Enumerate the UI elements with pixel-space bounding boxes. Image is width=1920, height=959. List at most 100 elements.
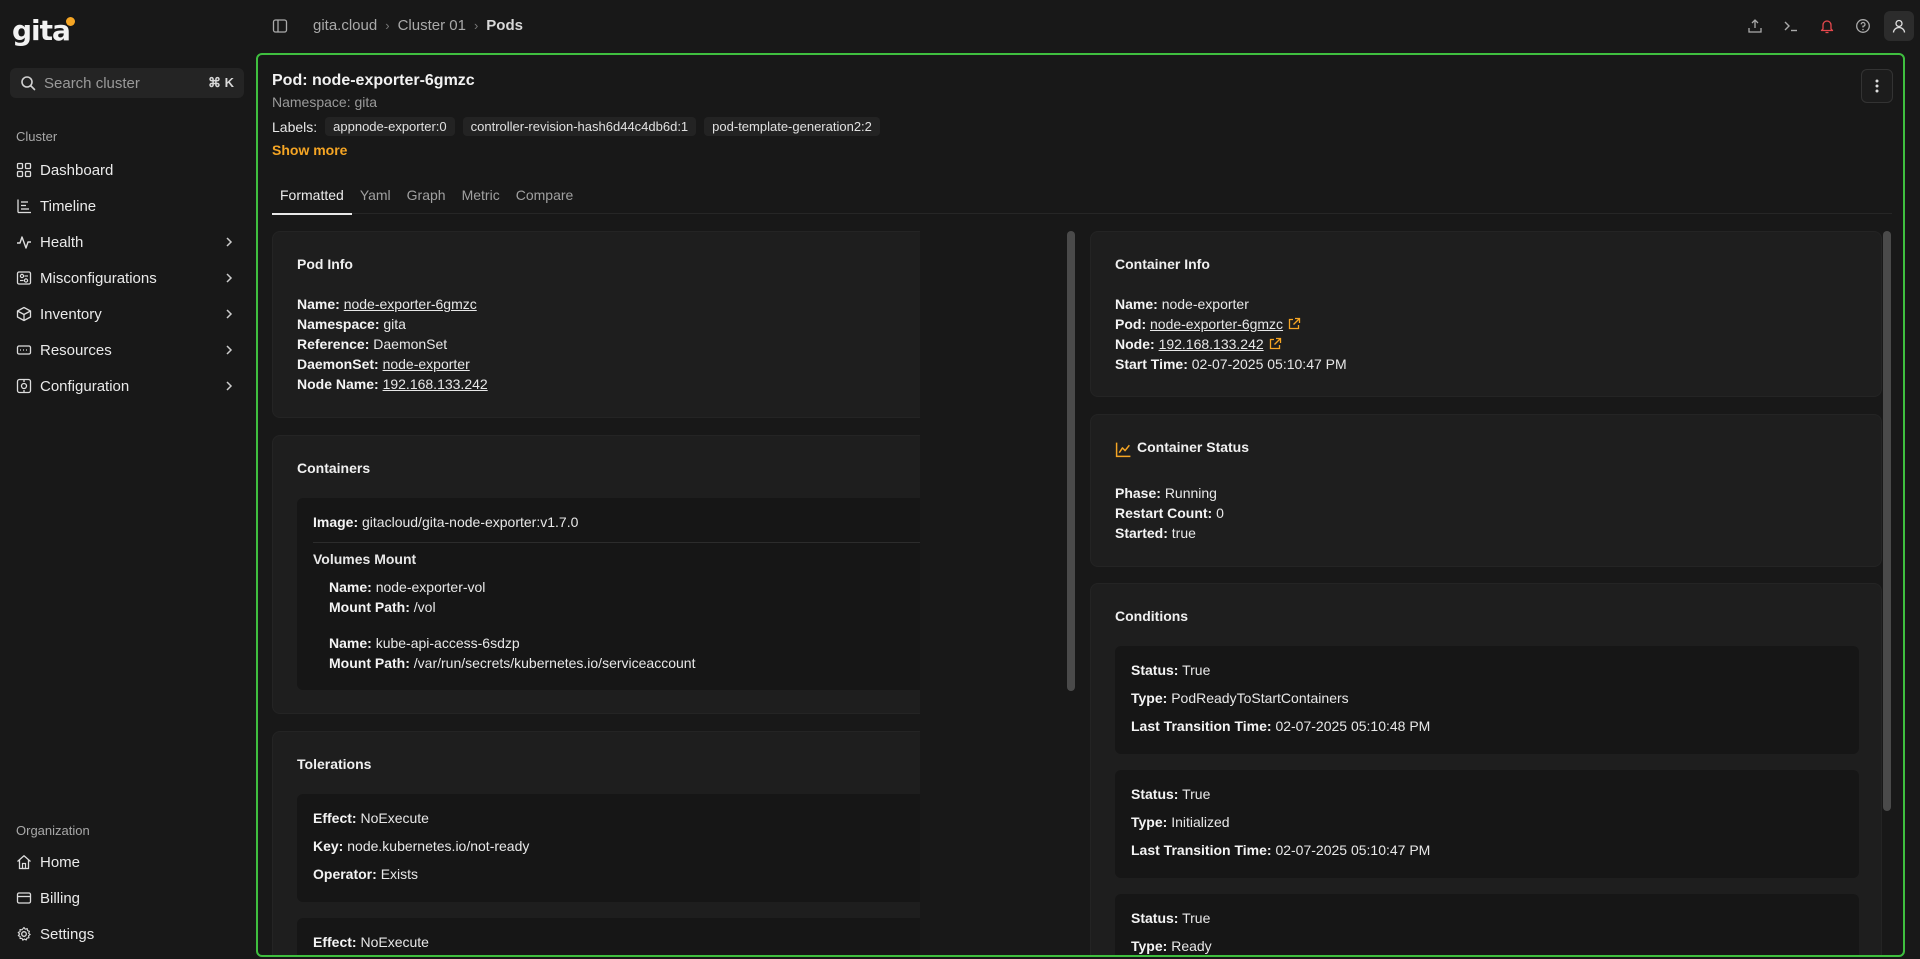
breadcrumb-cluster[interactable]: Cluster 01 — [398, 17, 466, 34]
kebab-icon — [1875, 79, 1879, 93]
user-avatar-button[interactable] — [1884, 11, 1914, 41]
sidebar-toggle-icon[interactable] — [272, 18, 288, 34]
labels-row: Labels: appnode-exporter:0 controller-re… — [272, 117, 880, 136]
search-cluster-input[interactable]: Search cluster ⌘ K — [10, 68, 244, 98]
sidebar-item-timeline[interactable]: Timeline — [16, 192, 240, 220]
condition-entry: Status: True Type: PodReadyToStartContai… — [1115, 646, 1859, 754]
help-button[interactable] — [1848, 11, 1878, 41]
breadcrumb-gita-cloud[interactable]: gita.cloud — [313, 17, 377, 34]
pod-node-field: Node Name: 192.168.133.242 — [297, 376, 488, 392]
tolerations-card: Tolerations Effect: NoExecute Key: node.… — [272, 731, 920, 955]
sidebar-item-inventory[interactable]: Inventory — [16, 300, 240, 328]
condition-time-field: Last Transition Time: 02-07-2025 05:10:4… — [1131, 842, 1431, 858]
gita-logo[interactable]: gita — [12, 14, 79, 47]
pod-name-field: Name: node-exporter-6gmzc — [297, 296, 477, 312]
terminal-button[interactable] — [1776, 11, 1806, 41]
card-title: Conditions — [1115, 608, 1189, 624]
condition-time-field: Last Transition Time: 02-07-2025 05:10:4… — [1131, 718, 1431, 734]
pod-detail-panel: Pod: node-exporter-6gmzc Namespace: gita… — [256, 53, 1905, 957]
condition-type-field: Type: Ready — [1131, 938, 1212, 954]
condition-status-field: Status: True — [1131, 662, 1211, 678]
search-placeholder: Search cluster — [44, 74, 140, 92]
phase-field: Phase: Running — [1115, 485, 1217, 501]
sidebar-item-label: Resources — [40, 341, 112, 359]
tab-compare[interactable]: Compare — [508, 184, 582, 214]
sidebar-item-dashboard[interactable]: Dashboard — [16, 156, 240, 184]
card-title: Tolerations — [297, 756, 372, 772]
page-title: Pod: node-exporter-6gmzc — [272, 72, 475, 89]
help-icon — [1856, 19, 1870, 33]
sidebar-item-settings[interactable]: Settings — [16, 920, 240, 948]
card-icon — [16, 892, 32, 904]
toleration-entry: Effect: NoExecute Key: node.kubernetes.i… — [297, 794, 920, 902]
daemonset-link[interactable]: node-exporter — [383, 356, 470, 372]
tab-yaml[interactable]: Yaml — [352, 184, 399, 214]
topbar: gita.cloud › Cluster 01 › Pods — [255, 0, 1920, 52]
more-actions-button[interactable] — [1861, 69, 1893, 103]
pulse-icon — [17, 236, 31, 249]
condition-entry: Status: True Type: Initialized Last Tran… — [1115, 770, 1859, 878]
tab-metric[interactable]: Metric — [454, 184, 508, 214]
pod-info-card: Pod Info Name: node-exporter-6gmzc Names… — [272, 231, 920, 418]
upload-button[interactable] — [1740, 11, 1770, 41]
left-column: Pod Info Name: node-exporter-6gmzc Names… — [272, 231, 920, 955]
left-scrollbar[interactable] — [1067, 231, 1075, 691]
terminal-icon — [1784, 21, 1797, 32]
breadcrumb: gita.cloud › Cluster 01 › Pods — [313, 17, 523, 34]
container-status-card: Container Status Phase: Running Restart … — [1090, 414, 1882, 567]
notifications-button[interactable] — [1812, 11, 1842, 41]
condition-type-field: Type: Initialized — [1131, 814, 1230, 830]
search-shortcut: ⌘ K — [208, 75, 234, 90]
started-field: Started: true — [1115, 525, 1196, 541]
misconfig-icon — [16, 271, 32, 285]
sidebar-item-billing[interactable]: Billing — [16, 884, 240, 912]
home-icon — [17, 855, 31, 870]
user-icon — [1892, 19, 1906, 33]
sidebar-item-misconfigurations[interactable]: Misconfigurations — [16, 264, 240, 292]
card-title: Container Info — [1115, 256, 1210, 272]
container-info-card: Container Info Name: node-exporter Pod: … — [1090, 231, 1882, 397]
sidebar-item-label: Configuration — [40, 377, 130, 395]
container-name-field: Name: node-exporter — [1115, 296, 1249, 312]
chevron-right-icon — [226, 309, 233, 319]
sidebar-item-label: Billing — [40, 889, 81, 907]
tab-formatted[interactable]: Formatted — [272, 184, 352, 215]
label-chip: appnode-exporter:0 — [325, 117, 455, 136]
show-more-link[interactable]: Show more — [272, 142, 347, 158]
sidebar-item-health[interactable]: Health — [16, 228, 240, 256]
external-link-icon[interactable] — [1268, 337, 1282, 351]
bell-icon — [1820, 20, 1834, 34]
toleration-entry: Effect: NoExecute — [297, 918, 920, 955]
external-link-icon[interactable] — [1287, 317, 1301, 331]
volume-name-field: Name: kube-api-access-6sdzp — [329, 635, 520, 651]
restart-count-field: Restart Count: 0 — [1115, 505, 1224, 521]
sidebar-item-resources[interactable]: Resources — [16, 336, 240, 364]
card-title: Pod Info — [297, 256, 353, 272]
tab-graph[interactable]: Graph — [399, 184, 454, 214]
containers-card: Containers Image: gitacloud/gita-node-ex… — [272, 435, 920, 714]
pod-namespace-field: Namespace: gita — [297, 316, 406, 332]
resources-icon — [16, 345, 32, 355]
pod-name-link[interactable]: node-exporter-6gmzc — [344, 296, 477, 312]
sidebar-item-configuration[interactable]: Configuration — [16, 372, 240, 400]
node-name-link[interactable]: 192.168.133.242 — [383, 376, 488, 392]
chevron-right-icon — [226, 273, 233, 283]
pod-namespace: Namespace: gita — [272, 94, 378, 110]
container-node-link[interactable]: 192.168.133.242 — [1159, 336, 1264, 352]
gear-icon — [17, 926, 31, 941]
container-pod-field: Pod: node-exporter-6gmzc — [1115, 316, 1301, 332]
sidebar-item-home[interactable]: Home — [16, 848, 240, 876]
cube-icon — [16, 306, 32, 322]
upload-icon — [1748, 19, 1762, 33]
grid-icon — [16, 162, 32, 178]
condition-status-field: Status: True — [1131, 910, 1211, 926]
tab-bar: Formatted Yaml Graph Metric Compare — [272, 184, 1892, 215]
card-title: Containers — [297, 460, 371, 476]
volume-mount-path-field: Mount Path: /vol — [329, 599, 436, 615]
right-scrollbar[interactable] — [1883, 231, 1891, 811]
sidebar-item-label: Settings — [40, 925, 95, 943]
container-start-time-field: Start Time: 02-07-2025 05:10:47 PM — [1115, 356, 1347, 372]
config-icon — [16, 378, 32, 394]
sidebar-item-label: Inventory — [40, 305, 102, 323]
container-pod-link[interactable]: node-exporter-6gmzc — [1150, 316, 1283, 332]
